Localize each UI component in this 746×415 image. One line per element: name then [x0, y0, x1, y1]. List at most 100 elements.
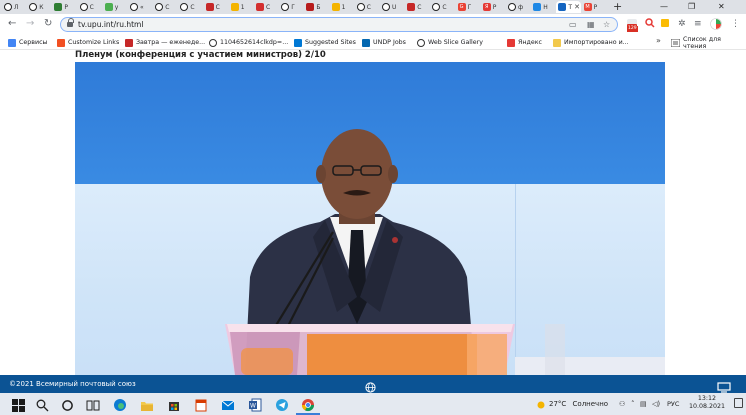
forward-button[interactable]: → — [26, 18, 34, 30]
edge-browser-icon[interactable] — [113, 397, 127, 411]
notifications-icon[interactable] — [734, 398, 743, 408]
profile-avatar[interactable] — [710, 18, 722, 30]
cortana-icon[interactable] — [61, 397, 74, 411]
tray-chevron-icon[interactable]: ˄ — [631, 397, 635, 411]
tab-label: Т — [568, 3, 573, 11]
bookmark-item[interactable]: 1104652614clkdp=... — [209, 37, 288, 48]
tab-favicon-icon — [533, 3, 542, 11]
language-globe-icon[interactable] — [365, 378, 376, 393]
video-player[interactable] — [75, 62, 665, 375]
browser-tab[interactable]: Г — [279, 1, 303, 13]
task-view-icon[interactable] — [86, 397, 100, 411]
bookmark-star-icon[interactable]: ☆ — [603, 19, 610, 31]
reading-list-toolbar-icon[interactable]: ≡ — [694, 18, 702, 30]
browser-tab[interactable]: Т ✕ — [556, 1, 581, 13]
reload-button[interactable]: ↻ — [44, 18, 52, 30]
browser-tab[interactable]: К — [27, 1, 51, 13]
tv-monitor-icon[interactable] — [717, 378, 731, 393]
browser-tab[interactable]: Н — [531, 1, 555, 13]
minimize-button[interactable]: — — [660, 0, 668, 14]
puzzle-extensions-icon[interactable]: ✲ — [678, 18, 686, 30]
search-extension-icon[interactable] — [645, 18, 655, 30]
browser-tab[interactable]: С — [355, 1, 379, 13]
system-clock[interactable]: 13:12 10.08.2021 — [687, 395, 727, 411]
reading-list-button[interactable]: Список для чтения — [671, 36, 746, 50]
browser-tab[interactable]: « — [128, 1, 152, 13]
telegram-icon[interactable] — [275, 397, 289, 411]
word-icon[interactable]: W — [248, 397, 262, 412]
browser-tab[interactable]: 1 — [330, 1, 354, 13]
globe-icon — [209, 38, 217, 47]
browser-tab[interactable]: 1 — [229, 1, 253, 13]
mail-icon[interactable] — [221, 397, 235, 411]
office-app-icon[interactable] — [194, 397, 208, 412]
network-icon[interactable]: ▤ — [640, 397, 647, 411]
tab-label: К — [39, 3, 44, 11]
bookmarks-bar: Сервисы Customize Links Завтра — еженеде..… — [0, 35, 746, 50]
bookmark-item[interactable]: Customize Links — [57, 37, 119, 48]
bookmarks-more-button[interactable]: » — [656, 36, 661, 45]
store-icon[interactable] — [167, 397, 181, 411]
bookmark-label: UNDP Jobs — [373, 39, 406, 46]
extension-icon[interactable] — [660, 18, 670, 30]
bing-icon — [294, 38, 302, 47]
bookmark-item[interactable]: Яндекс — [507, 37, 542, 48]
tab-favicon-icon — [180, 3, 189, 11]
bookmark-item[interactable]: Suggested Sites — [294, 37, 356, 48]
start-windows-icon[interactable] — [12, 397, 25, 412]
maximize-button[interactable]: ❐ — [688, 0, 695, 14]
people-icon[interactable]: ⚇ — [619, 397, 625, 411]
tab-label: U — [392, 3, 397, 11]
browser-tab[interactable]: Л — [2, 1, 26, 13]
input-language[interactable]: РУС — [667, 397, 679, 411]
browser-tab-strip: Л К Р Су «С С С 1 С Г Б 1 С U С С G Г Я Рф Н Т ✕ M Р + — ❐ ✕ — [0, 0, 746, 14]
browser-tab[interactable]: С — [405, 1, 429, 13]
browser-tab[interactable]: MР — [582, 1, 606, 13]
bookmark-label: Web Slice Gallery — [428, 39, 483, 46]
close-window-button[interactable]: ✕ — [718, 0, 725, 14]
bookmark-label: Customize Links — [68, 39, 120, 46]
tab-favicon-icon — [331, 3, 340, 11]
weather-temp: 27°C — [549, 400, 567, 408]
browser-tab[interactable]: С — [430, 1, 454, 13]
browser-tab[interactable]: U — [380, 1, 404, 13]
cast-icon[interactable]: ▭ — [569, 19, 577, 31]
menu-kebab-icon[interactable]: ⋮ — [731, 18, 740, 30]
tab-label: С — [442, 3, 447, 11]
url-text[interactable]: tv.upu.int/ru.html — [78, 19, 143, 31]
qr-code-icon[interactable]: ▦ — [587, 19, 595, 31]
browser-tab[interactable]: GГ — [456, 1, 480, 13]
tab-favicon-icon — [558, 3, 567, 11]
weather-widget[interactable]: 27°C Солнечно — [549, 396, 608, 412]
address-bar[interactable]: tv.upu.int/ru.html ▭ ▦ ☆ — [60, 17, 618, 32]
volume-icon[interactable]: ◁) — [652, 397, 660, 411]
browser-tab[interactable]: ф — [506, 1, 530, 13]
tab-close-icon[interactable]: ✕ — [574, 3, 580, 11]
tab-label: Г — [467, 3, 472, 11]
bookmark-item[interactable]: UNDP Jobs — [362, 37, 406, 48]
browser-tab[interactable]: С — [204, 1, 228, 13]
tab-favicon-icon — [407, 3, 416, 11]
bookmark-item[interactable]: Завтра — еженеде... — [125, 37, 205, 48]
bookmark-item[interactable]: Импортировано и... — [553, 37, 629, 48]
browser-tab[interactable]: у — [103, 1, 127, 13]
browser-tab[interactable]: Р — [52, 1, 76, 13]
tab-label: С — [190, 3, 195, 11]
browser-tab[interactable]: С — [153, 1, 177, 13]
browser-tab[interactable]: Б — [304, 1, 328, 13]
bookmark-item[interactable]: Web Slice Gallery — [417, 37, 483, 48]
browser-tab[interactable]: С — [78, 1, 102, 13]
browser-tab[interactable]: С — [254, 1, 278, 13]
chrome-icon[interactable] — [301, 397, 315, 412]
new-tab-button[interactable]: + — [613, 0, 622, 14]
ms-tiles-icon — [57, 38, 65, 47]
browser-tab[interactable]: С — [178, 1, 202, 13]
tab-favicon-icon — [155, 3, 164, 11]
windows-taskbar: W 27°C Солнечно ⚇ ˄ ▤ ◁) РУС 13:12 10.08… — [0, 393, 746, 415]
file-explorer-icon[interactable] — [140, 397, 154, 411]
bookmark-item[interactable]: Сервисы — [8, 37, 48, 48]
tab-label: Р — [492, 3, 497, 11]
browser-tab[interactable]: ЯР — [481, 1, 505, 13]
search-icon[interactable] — [36, 397, 49, 412]
back-button[interactable]: ← — [8, 18, 16, 30]
